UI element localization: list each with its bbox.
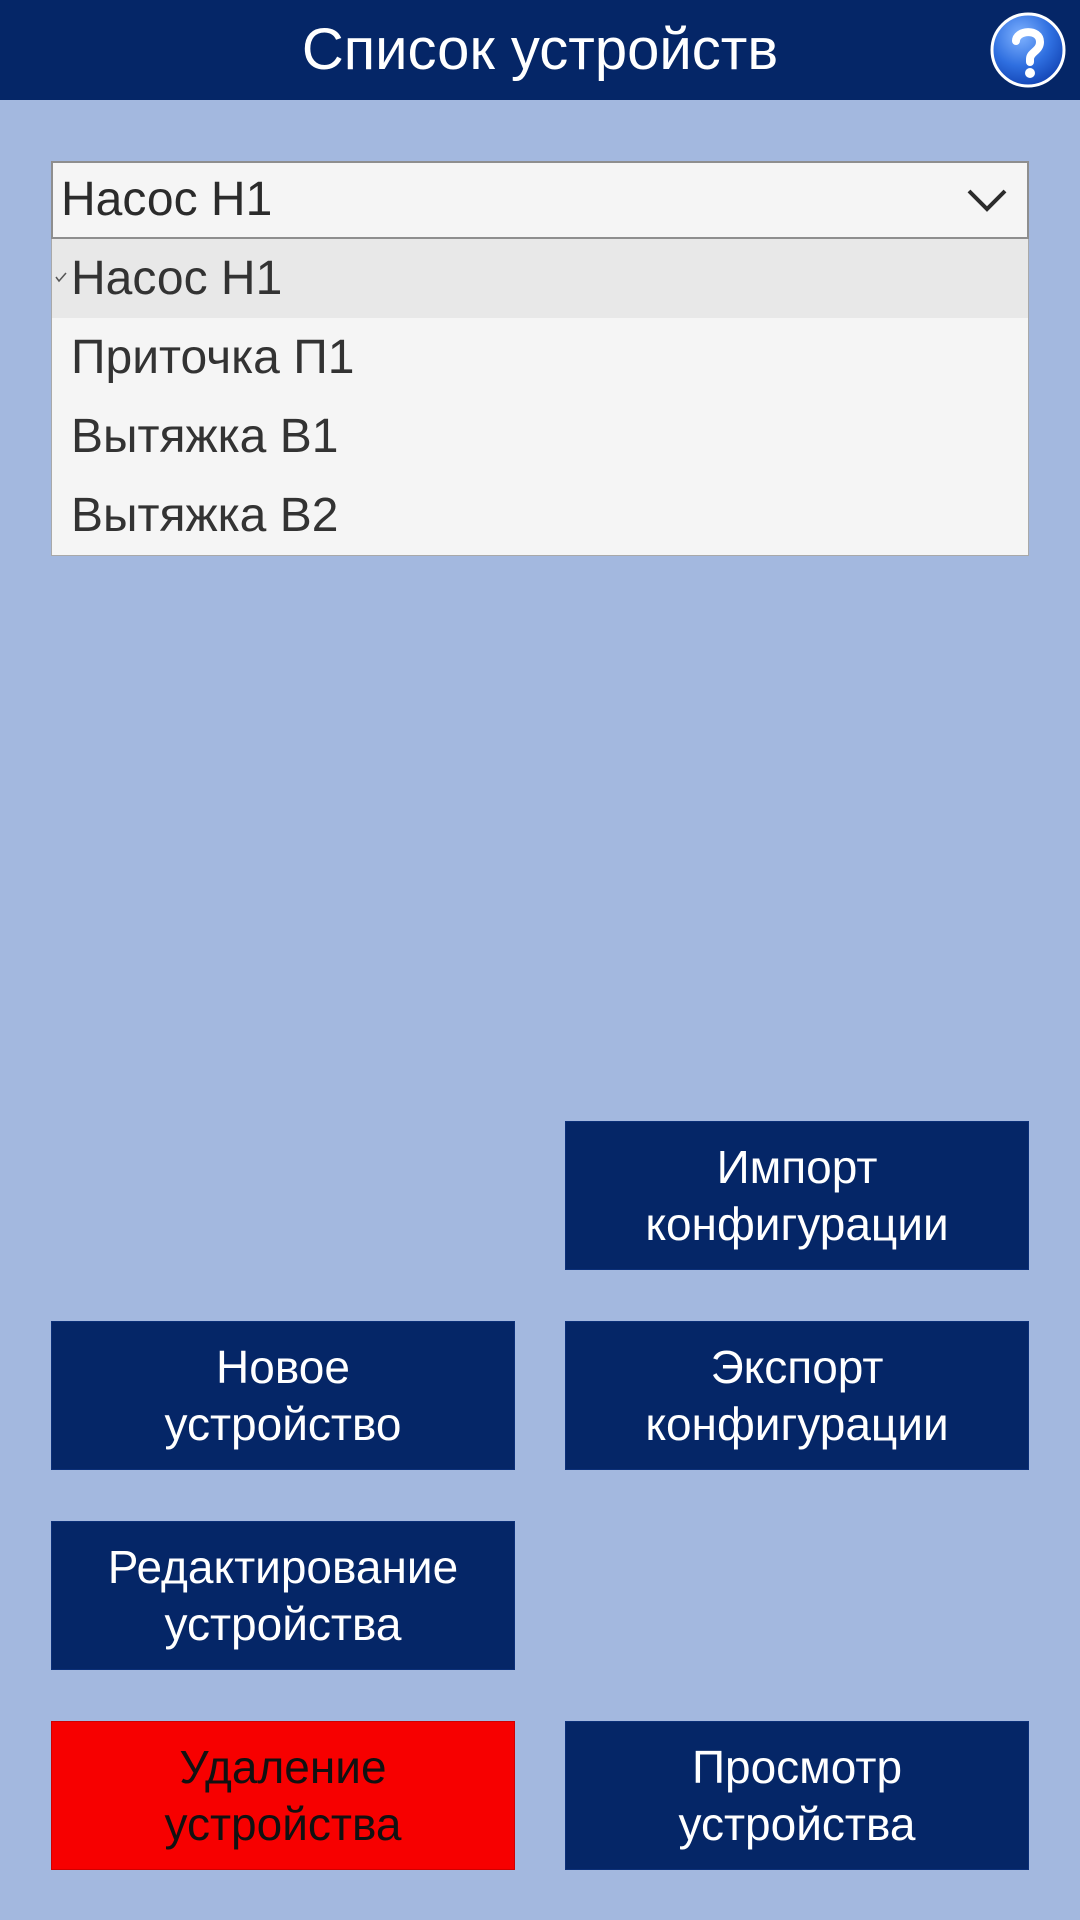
export-config-button[interactable]: Экспорт конфигурации: [565, 1321, 1029, 1470]
app-screen: Список устройств Насос Н1 Насос Н1 Прито…: [0, 0, 1080, 1920]
dropdown-option-label: Приточка П1: [71, 331, 355, 384]
check-icon: [55, 271, 67, 283]
new-device-button[interactable]: Новое устройство: [51, 1321, 515, 1470]
button-label-line1: Экспорт: [710, 1340, 884, 1393]
edit-device-button[interactable]: Редактирование устройства: [51, 1521, 515, 1670]
delete-device-button[interactable]: Удаление устройства: [51, 1721, 515, 1870]
button-label-line2: устройства: [164, 1597, 402, 1650]
dropdown-option-nasos-n1[interactable]: Насос Н1: [52, 239, 1028, 318]
device-select-value: Насос Н1: [61, 173, 273, 226]
button-label-line1: Редактирование: [107, 1540, 459, 1593]
button-label-line2: конфигурации: [645, 1197, 949, 1250]
chevron-down-icon: [965, 183, 1009, 219]
dropdown-option-label: Вытяжка В1: [71, 410, 339, 463]
button-label-line1: Просмотр: [691, 1740, 903, 1793]
dropdown-option-vytyazhka-v1[interactable]: Вытяжка В1: [52, 397, 1028, 476]
question-mark-icon: [990, 12, 1066, 88]
button-label-line2: конфигурации: [645, 1397, 949, 1450]
dropdown-option-label: Вытяжка В2: [71, 489, 339, 542]
button-label-line1: Импорт: [716, 1140, 878, 1193]
dropdown-option-label: Насос Н1: [71, 252, 283, 305]
button-label-line2: устройства: [678, 1797, 916, 1850]
device-select[interactable]: Насос Н1: [51, 161, 1029, 239]
button-label-line1: Новое: [216, 1340, 350, 1393]
button-label-line2: устройства: [164, 1797, 402, 1850]
page-title: Список устройств: [301, 17, 779, 82]
dropdown-option-pritochka-p1[interactable]: Приточка П1: [52, 318, 1028, 397]
button-label-line1: Удаление: [179, 1740, 387, 1793]
button-label-line2: устройство: [164, 1397, 402, 1450]
view-device-button[interactable]: Просмотр устройства: [565, 1721, 1029, 1870]
help-button[interactable]: [990, 12, 1066, 88]
import-config-button[interactable]: Импорт конфигурации: [565, 1121, 1029, 1270]
device-dropdown-list: Насос Н1 Приточка П1 Вытяжка В1 Вытяжка …: [51, 239, 1029, 556]
dropdown-option-vytyazhka-v2[interactable]: Вытяжка В2: [52, 476, 1028, 555]
app-header: Список устройств: [0, 0, 1080, 100]
